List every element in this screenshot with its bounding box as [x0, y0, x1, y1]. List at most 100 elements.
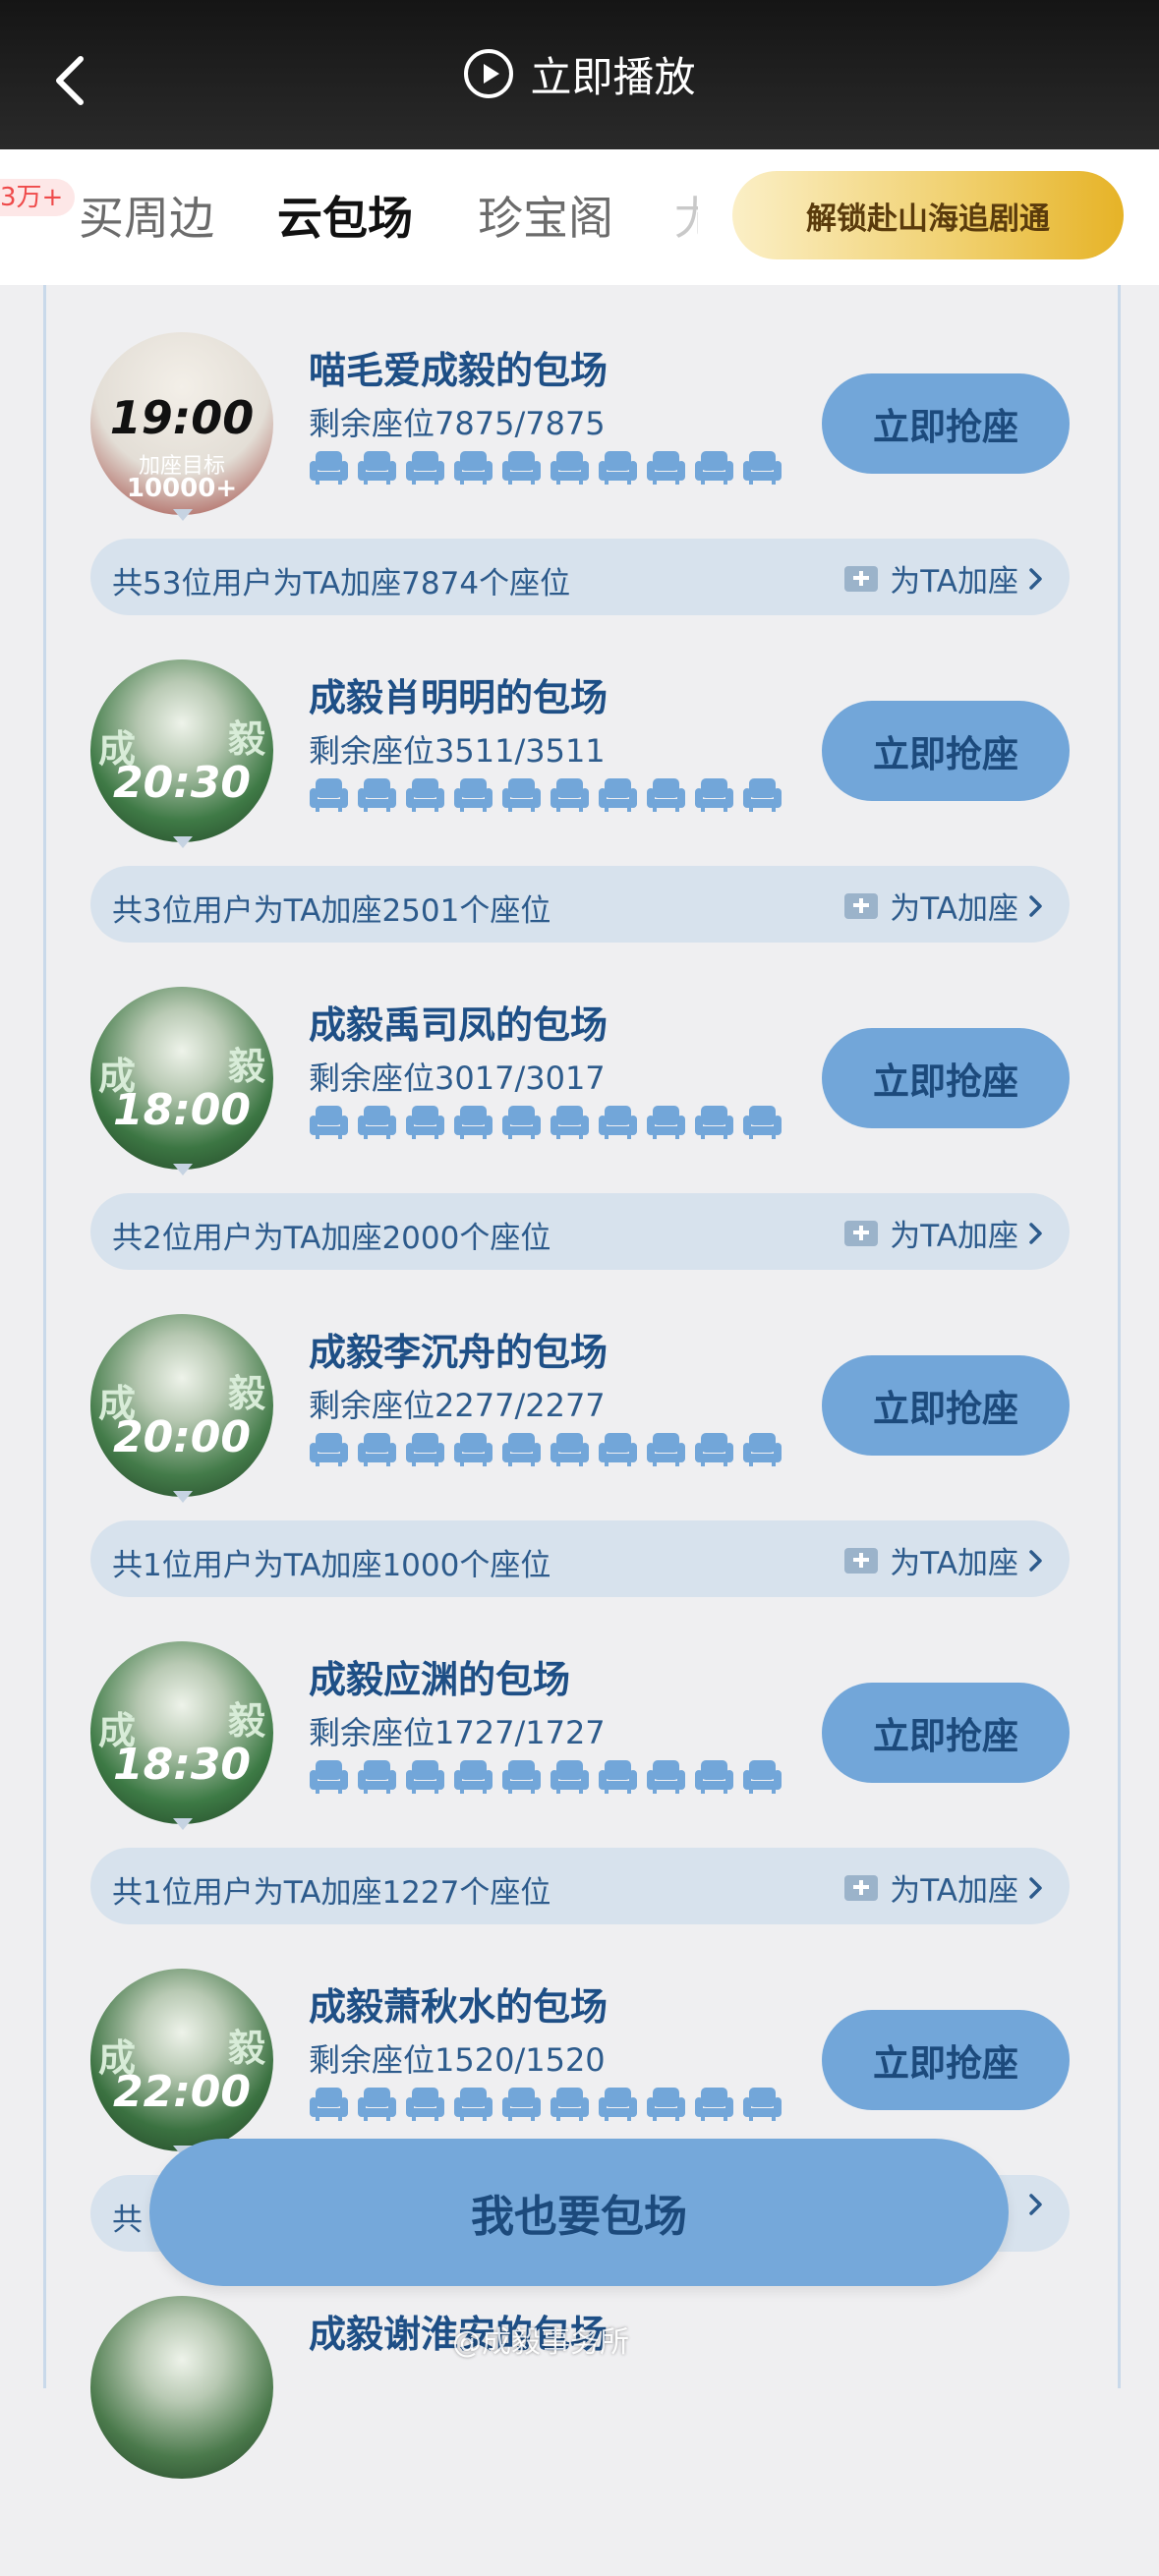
play-circle-icon [464, 49, 514, 98]
tab-cloud-booking[interactable]: 云包场 [277, 183, 413, 248]
add-seat-icon [844, 892, 879, 919]
add-seat-strip[interactable]: 共3位用户为TA加座2501个座位 为TA加座 [90, 866, 1070, 943]
add-seat-link[interactable]: 为TA加座 [842, 556, 1044, 601]
count-badge: 3万+ [0, 179, 76, 216]
seat-icon [647, 451, 685, 485]
seat-icon [406, 451, 444, 485]
play-now-label: 立即播放 [530, 52, 696, 101]
add-seat-summary: 共3位用户为TA加座2501个座位 [112, 893, 551, 929]
seat-icon-row [309, 1430, 782, 1467]
booking-title[interactable]: 成毅李沉舟的包场 [309, 1322, 608, 1376]
seat-icon [599, 451, 637, 485]
tab-truncated[interactable]: 尤 [674, 183, 698, 248]
grab-seat-button[interactable]: 立即抢座 [822, 373, 1070, 474]
avatar-glyph: 毅 [227, 1372, 265, 1415]
host-avatar[interactable]: 成 毅 20:30 [90, 659, 273, 842]
avatar-time: 18:30 [112, 1740, 252, 1790]
unlock-pass-button[interactable]: 解锁赴山海追剧通 [732, 171, 1124, 259]
add-seat-strip[interactable]: 共2位用户为TA加座2000个座位 为TA加座 [90, 1193, 1070, 1270]
add-seat-link[interactable]: 为TA加座 [842, 1865, 1044, 1910]
avatar-time: 20:00 [112, 1412, 252, 1462]
host-avatar[interactable]: 成 毅 22:00 [90, 1969, 273, 2151]
chevron-right-icon [1029, 1222, 1042, 1244]
chevron-right-icon [1029, 894, 1042, 917]
add-seat-strip[interactable]: 共1位用户为TA加座1000个座位 为TA加座 [90, 1520, 1070, 1597]
add-seat-link[interactable] [1028, 2193, 1044, 2216]
avatar-time: 22:00 [112, 2067, 252, 2117]
booking-card: 成 毅 18:00 成毅禹司凤的包场 剩余座位3017/3017 立即抢座 共2… [0, 940, 1159, 1270]
tab-treasure[interactable]: 珍宝阁 [478, 183, 613, 248]
grab-seat-button[interactable]: 立即抢座 [822, 701, 1070, 801]
host-avatar[interactable]: 成 毅 18:00 [90, 987, 273, 1170]
seat-icon [454, 1760, 493, 1794]
grab-seat-button[interactable]: 立即抢座 [822, 2010, 1070, 2110]
seat-icon [695, 2088, 733, 2121]
host-avatar[interactable]: 成 毅 20:00 [90, 1314, 273, 1497]
seat-icon-row [309, 775, 782, 813]
seat-icon [358, 1760, 396, 1794]
seat-icon [358, 451, 396, 485]
seat-icon [358, 1106, 396, 1139]
seat-icon [599, 1106, 637, 1139]
seat-icon [695, 1433, 733, 1466]
booking-title[interactable]: 成毅肖明明的包场 [309, 667, 608, 721]
seat-icon [743, 2088, 782, 2121]
add-seat-strip[interactable]: 共53位用户为TA加座7874个座位 为TA加座 [90, 539, 1070, 615]
seat-icon-row [309, 448, 782, 486]
add-seat-summary: 共 [112, 2203, 143, 2238]
seat-icon [551, 778, 589, 812]
tab-merchandise[interactable]: 买周边 [79, 183, 214, 248]
remaining-seats: 剩余座位1727/1727 [309, 1714, 606, 1751]
seat-icon [743, 451, 782, 485]
create-booking-button[interactable]: 我也要包场 [149, 2139, 1009, 2286]
avatar-glyph: 毅 [227, 1699, 265, 1743]
seat-icon [310, 1106, 348, 1139]
avatar-pointer [173, 1491, 193, 1503]
seat-icon [743, 1106, 782, 1139]
grab-seat-button[interactable]: 立即抢座 [822, 1355, 1070, 1456]
booking-title[interactable]: 喵毛爱成毅的包场 [309, 340, 608, 394]
booking-title[interactable]: 成毅萧秋水的包场 [309, 1976, 608, 2031]
seat-icon [310, 2088, 348, 2121]
seat-icon-row [309, 2085, 782, 2122]
remaining-seats: 剩余座位7875/7875 [309, 405, 606, 442]
add-seat-summary: 共1位用户为TA加座1227个座位 [112, 1875, 551, 1911]
add-seat-label: 为TA加座 [890, 1219, 1018, 1254]
grab-seat-button[interactable]: 立即抢座 [822, 1683, 1070, 1783]
seat-icon [551, 1106, 589, 1139]
avatar-goal: 10000+ [126, 474, 238, 503]
booking-title[interactable]: 成毅禹司凤的包场 [309, 995, 608, 1049]
host-avatar[interactable]: 成 毅 18:30 [90, 1641, 273, 1824]
seat-icon [743, 1760, 782, 1794]
add-seat-link[interactable]: 为TA加座 [842, 1211, 1044, 1255]
add-seat-link[interactable]: 为TA加座 [842, 884, 1044, 928]
seat-icon [551, 451, 589, 485]
seat-icon [695, 1760, 733, 1794]
host-avatar[interactable]: 19:00 加座目标 10000+ [90, 332, 273, 515]
host-avatar[interactable] [90, 2296, 273, 2479]
seat-icon [743, 778, 782, 812]
grab-seat-button[interactable]: 立即抢座 [822, 1028, 1070, 1128]
chevron-right-icon [1029, 567, 1042, 590]
seat-icon [502, 451, 541, 485]
seat-icon [695, 451, 733, 485]
seat-icon [551, 1433, 589, 1466]
chevron-right-icon [1029, 1876, 1042, 1899]
seat-icon [406, 778, 444, 812]
seat-icon [406, 2088, 444, 2121]
avatar-time: 19:00 [109, 391, 255, 444]
add-seat-label: 为TA加座 [890, 891, 1018, 927]
add-seat-link[interactable]: 为TA加座 [842, 1538, 1044, 1582]
booking-title[interactable]: 成毅应渊的包场 [309, 1649, 570, 1703]
top-bar: 立即播放 [0, 0, 1159, 149]
booking-card: 19:00 加座目标 10000+ 喵毛爱成毅的包场 剩余座位7875/7875… [0, 285, 1159, 615]
seat-icon [358, 1433, 396, 1466]
seat-icon [502, 1760, 541, 1794]
seat-icon [647, 1760, 685, 1794]
seat-icon [406, 1760, 444, 1794]
add-seat-strip[interactable]: 共1位用户为TA加座1227个座位 为TA加座 [90, 1848, 1070, 1924]
booking-card: 成 毅 20:30 成毅肖明明的包场 剩余座位3511/3511 立即抢座 共3… [0, 612, 1159, 943]
seat-icon [502, 1433, 541, 1466]
play-now-button[interactable]: 立即播放 [0, 39, 1159, 108]
seat-icon [502, 1106, 541, 1139]
